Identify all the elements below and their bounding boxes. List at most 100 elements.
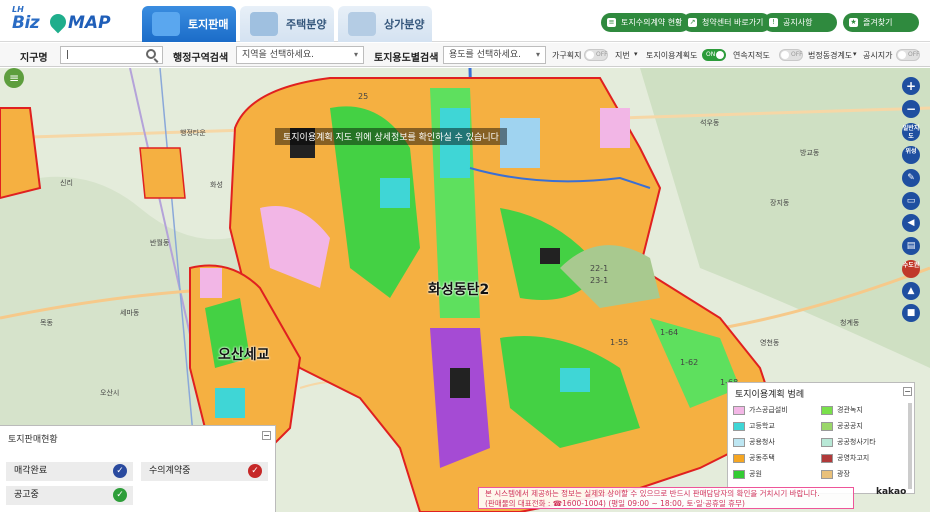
status-sold-out[interactable]: 매각완료 ✓ — [6, 462, 133, 481]
tab-housing[interactable]: 주택분양 — [240, 6, 334, 42]
legend-item: 가스공급설비 — [733, 405, 817, 416]
chevron-down-icon: ▾ — [535, 50, 540, 59]
zoom-in-button[interactable]: + — [902, 77, 920, 95]
button-label: 토지수의계약 현황 — [621, 18, 683, 27]
place-label: 세마동 — [120, 309, 140, 317]
tab-label: 주택분양 — [286, 18, 327, 31]
legend-item: 공영차고지 — [821, 453, 905, 464]
admin-search-label: 행정구역검색 — [173, 53, 229, 64]
tab-land-sales[interactable]: 토지판매 — [142, 6, 236, 42]
list-icon: ≡ — [607, 18, 616, 27]
parcel-number: 1-55 — [610, 338, 629, 347]
option-lot-label: 지번 — [615, 51, 630, 60]
legend-scrollbar[interactable] — [908, 403, 912, 489]
place-label: 반월동 — [150, 239, 170, 247]
status-announcing[interactable]: 공고중 ✓ — [6, 486, 133, 505]
satellite-map-button[interactable]: 위성 — [902, 146, 920, 164]
parcel-toggle[interactable]: OFF — [584, 49, 608, 61]
subscription-center-button[interactable]: ↗ 청약센터 바로가기 — [682, 13, 772, 32]
tab-label: 토지판매 — [188, 18, 229, 31]
status-private-contract[interactable]: 수의계약중 ✓ — [141, 462, 268, 481]
legend-item: 공원 — [733, 469, 817, 480]
district-label-segyo: 오산세교 — [218, 347, 270, 363]
button-label: 청약센터 바로가기 — [702, 18, 764, 27]
parcel-number: 1-64 — [660, 328, 679, 337]
contact-line: (판매물의 대표전화 : ☎1600-1004) (평일 09:00 ~ 18:… — [485, 499, 745, 508]
option-cadastral-label: 연속지적도 — [733, 51, 770, 60]
option-parcel-label: 가구획지 — [552, 51, 582, 60]
district-search-value: | — [66, 50, 70, 60]
district-search-input[interactable]: | — [60, 46, 163, 64]
zoom-out-button[interactable]: − — [902, 100, 920, 118]
place-label: 장지동 — [770, 199, 790, 207]
legend-label: 광장 — [837, 470, 850, 478]
legend-swatch — [821, 470, 833, 479]
place-label: 청계동 — [840, 319, 860, 327]
legend-item: 공용청사 — [733, 437, 817, 448]
notice-button[interactable]: ! 공지사항 — [763, 13, 837, 32]
status-label: 공고중 — [14, 490, 39, 500]
search-icon[interactable] — [146, 49, 156, 59]
tab-label: 상가분양 — [384, 18, 425, 31]
district-label-dongtan2: 화성동탄2 — [428, 282, 490, 298]
print-icon[interactable]: ▤ — [902, 237, 920, 255]
landuse-placeholder: 용도를 선택하세요. — [449, 50, 521, 60]
chevron-down-icon: ▾ — [353, 50, 358, 59]
sales-status-title: 토지판매현황 — [8, 435, 58, 445]
favorites-button[interactable]: ★ 즐겨찾기 — [843, 13, 919, 32]
star-icon: ★ — [849, 18, 858, 27]
chevron-down-icon[interactable]: ▾ — [853, 50, 857, 58]
clear-icon[interactable]: ◀ — [902, 214, 920, 232]
landuse-plan-toggle[interactable]: ON — [702, 49, 726, 61]
map-attribution: kakao — [876, 487, 907, 497]
tab-commercial[interactable]: 상가분양 — [338, 6, 432, 42]
place-label: 오산시 — [100, 389, 120, 397]
contract-status-button[interactable]: ≡ 토지수의계약 현황 — [601, 13, 691, 32]
disclaimer-notice: 본 시스템에서 제공하는 정보는 실제와 상이할 수 있으므로 반드시 판매담당… — [478, 487, 854, 509]
bizmap-logo[interactable]: LH Biz MAP — [12, 5, 122, 37]
place-label: 목동 — [40, 319, 53, 327]
sales-status-panel: 토지판매현황 − 매각완료 ✓ 수의계약중 ✓ 공고중 ✓ — [0, 425, 276, 512]
top-header: LH Biz MAP 토지판매 주택분양 상가분양 ≡ 토지수의계약 현황 ↗ … — [0, 0, 930, 42]
legend-swatch — [733, 438, 745, 447]
legend-item: 고등학교 — [733, 421, 817, 432]
parcel-number: 1-62 — [680, 358, 699, 367]
measure-area-icon[interactable]: ▭ — [902, 192, 920, 210]
disclaimer-line: 본 시스템에서 제공하는 정보는 실제와 상이할 수 있으므로 반드시 판매담당… — [485, 489, 820, 498]
checkmark-icon: ✓ — [248, 464, 262, 478]
map-info-overlay: 토지이용계획 지도 위에 상세정보를 확인하실 수 있습니다 — [275, 128, 507, 145]
landuse-search-label: 토지용도별검색 — [374, 53, 439, 64]
legend-label: 고등학교 — [749, 422, 775, 430]
sale-tag-icon — [348, 12, 376, 36]
menu-icon[interactable]: ≡ — [4, 68, 24, 88]
legend-swatch — [821, 406, 833, 415]
land-icon — [152, 12, 180, 36]
legend-item: 공동주택 — [733, 453, 817, 464]
legend-label: 경관녹지 — [837, 406, 863, 414]
legend-label: 공영차고지 — [837, 454, 870, 462]
place-label: 석우동 — [700, 119, 720, 127]
chevron-down-icon[interactable]: ▾ — [634, 50, 638, 58]
transit-icon[interactable]: ■ — [902, 304, 920, 322]
normal-map-button[interactable]: 일반지도 — [902, 123, 920, 141]
legend-label: 가스공급설비 — [749, 406, 788, 414]
district-label: 지구명 — [20, 53, 48, 64]
legend-label: 공공공지 — [837, 422, 863, 430]
minimize-icon[interactable]: − — [903, 387, 912, 396]
measure-distance-icon[interactable]: ✎ — [902, 169, 920, 187]
link-icon: ↗ — [688, 18, 697, 27]
place-label: 방교동 — [800, 149, 820, 157]
parcel-number: 25 — [358, 92, 369, 101]
admin-region-select[interactable]: 지역을 선택하세요. ▾ — [236, 46, 364, 64]
house-icon — [250, 12, 278, 36]
legend-title: 토지이용계획 범례 — [735, 390, 805, 400]
sales-area-button[interactable]: 수도권 — [902, 260, 920, 278]
cadastral-toggle[interactable]: OFF — [779, 49, 803, 61]
status-label: 수의계약중 — [149, 466, 191, 476]
land-price-toggle[interactable]: OFF — [896, 49, 920, 61]
minimize-icon[interactable]: − — [262, 431, 271, 440]
option-boundary-label: 법정동경계도 — [808, 51, 853, 60]
landuse-select[interactable]: 용도를 선택하세요. ▾ — [443, 46, 546, 64]
traffic-icon[interactable]: ▲ — [902, 282, 920, 300]
legend-label: 공공청사기타 — [837, 438, 876, 446]
